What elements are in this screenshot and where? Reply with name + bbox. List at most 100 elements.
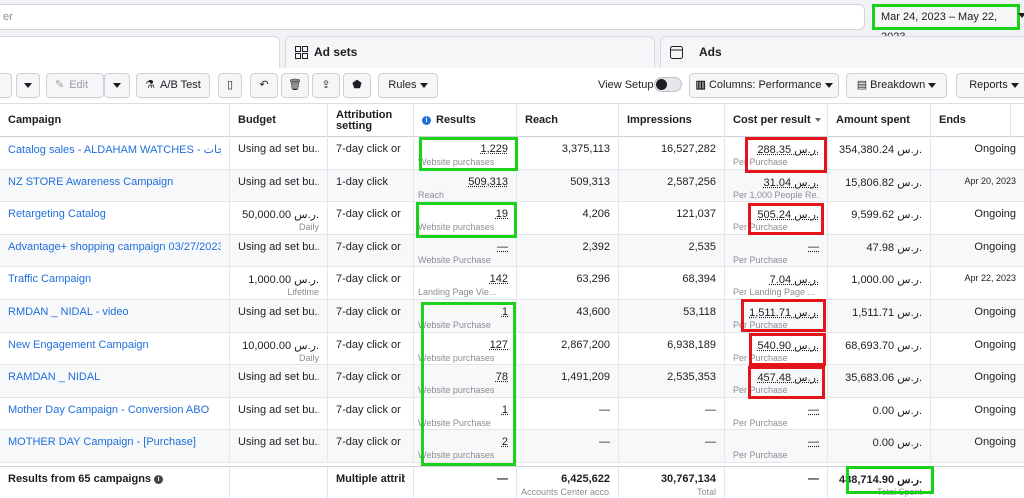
cell-campaign: Retargeting Catalog xyxy=(0,202,230,234)
campaign-name-link[interactable]: Catalog sales - ALDAHAM WATCHES - المنتج… xyxy=(8,143,221,156)
results-value: — xyxy=(497,240,508,253)
highlight-box-green xyxy=(846,466,934,494)
column-header-budget[interactable]: Budget xyxy=(230,104,328,137)
cell-impressions: 68,394 xyxy=(619,267,725,299)
cell-ends: Ongoing xyxy=(931,365,1024,397)
cell-campaign: Mother Day Campaign - Conversion ABO xyxy=(0,397,230,430)
undo-icon: ↶ xyxy=(259,79,269,91)
edit-dropdown[interactable] xyxy=(104,73,130,98)
date-range-picker[interactable]: Mar 24, 2023 – May 22, 2023 xyxy=(872,4,1020,43)
reach-value: — xyxy=(599,403,610,416)
campaign-name-link[interactable]: NZ STORE Awareness Campaign xyxy=(8,176,221,188)
ab-test-label: A/B Test xyxy=(160,79,201,91)
chevron-down-icon[interactable] xyxy=(1018,13,1024,18)
table-row[interactable]: Traffic Campaign 1,000.00 ر.س. Lifetime 7-d… xyxy=(0,267,1024,300)
cell-attribution: 1-day click xyxy=(328,169,414,202)
tab-ad-sets[interactable]: Ad sets xyxy=(285,36,655,68)
column-header-reach[interactable]: Reach xyxy=(517,104,619,137)
chevron-down-icon xyxy=(1010,82,1019,88)
cell-campaign: Catalog sales - ALDAHAM WATCHES - المنتج… xyxy=(0,137,230,169)
impressions-value: 53,118 xyxy=(683,306,716,318)
campaign-name-link[interactable]: Traffic Campaign xyxy=(8,273,221,285)
spent-value: 9,599.62 ر.س. xyxy=(851,209,922,222)
search-input[interactable]: er xyxy=(0,4,865,30)
cell-campaign: RAMDAN _ NIDAL xyxy=(0,365,230,397)
reports-button[interactable]: Reports xyxy=(956,73,1024,98)
footer-reach-sub: Accounts Center acco... xyxy=(521,487,610,497)
cell-budget: Using ad set bu... xyxy=(230,397,328,430)
breakdown-button[interactable]: ▤ Breakdown xyxy=(846,73,947,98)
cell-ends: Apr 22, 2023 xyxy=(931,267,1024,299)
spent-value: 35,683.06 ر.س. xyxy=(845,372,922,385)
cell-ends: Ongoing xyxy=(931,333,1024,365)
ab-test-button[interactable]: ⚗ A/B Test xyxy=(136,73,210,98)
reach-value: 2,392 xyxy=(582,240,610,253)
column-header-campaign[interactable]: Campaign xyxy=(0,104,230,137)
tab-ads[interactable]: Ads xyxy=(660,36,1024,68)
budget-value: Using ad set bu... xyxy=(238,436,319,449)
cell-ends: Ongoing xyxy=(931,235,1024,267)
cell-budget: Using ad set bu... xyxy=(230,169,328,202)
cell-budget: Using ad set bu... xyxy=(230,300,328,332)
budget-value: Using ad set bu... xyxy=(238,240,319,253)
sort-icon[interactable] xyxy=(815,118,821,122)
tab-campaigns[interactable] xyxy=(0,36,280,68)
column-header-cost-per-result[interactable]: Cost per result xyxy=(725,104,828,137)
edit-button[interactable]: ✎ Edit xyxy=(46,73,104,98)
campaign-name-link[interactable]: RAMDAN _ NIDAL xyxy=(8,371,221,383)
cell-spent: 0.00 ر.س. xyxy=(828,430,931,462)
cell-impressions: 53,118 xyxy=(619,300,725,332)
columns-button[interactable]: ▥ Columns: Performance xyxy=(689,73,839,98)
clipboard-icon: ▯ xyxy=(226,79,234,91)
reach-value: 2,867,200 xyxy=(561,338,610,351)
column-header-impressions[interactable]: Impressions xyxy=(619,104,725,137)
duplicate-dropdown[interactable] xyxy=(16,73,40,98)
undo-button[interactable]: ↶ xyxy=(250,73,278,98)
campaign-name-link[interactable]: Retargeting Catalog xyxy=(8,208,221,220)
column-header-results[interactable]: i Results xyxy=(414,104,517,137)
export-icon: ⇪ xyxy=(321,79,331,91)
ends-value: Ongoing xyxy=(974,338,1016,351)
table-row[interactable]: Advantage+ shopping campaign 03/27/2023 … xyxy=(0,234,1024,268)
cpr-value: — xyxy=(808,240,819,253)
results-value: 142 xyxy=(489,273,508,286)
cell-results: 142 Landing Page Vie... xyxy=(414,267,517,299)
cell-reach: 3,375,113 xyxy=(517,137,619,169)
budget-value: Using ad set bu... xyxy=(238,143,319,155)
info-icon[interactable]: i xyxy=(422,116,431,125)
column-header-ends[interactable]: Ends xyxy=(931,104,1011,137)
cell-campaign: Traffic Campaign xyxy=(0,267,230,299)
results-sub-label: Website Purchase xyxy=(418,254,491,265)
campaign-name-link[interactable]: Mother Day Campaign - Conversion ABO xyxy=(8,404,221,416)
cell-impressions: — xyxy=(619,430,725,462)
column-header-attribution[interactable]: Attribution setting xyxy=(328,104,414,137)
campaign-name-link[interactable]: New Engagement Campaign xyxy=(8,339,221,351)
highlight-box-red xyxy=(741,299,826,332)
cpr-sub-label: Per Purchase xyxy=(733,417,788,428)
view-setup-toggle[interactable] xyxy=(654,77,682,92)
column-header-amount-spent[interactable]: Amount spent xyxy=(828,104,931,137)
table-row[interactable]: NZ STORE Awareness Campaign Using ad set … xyxy=(0,169,1024,203)
ends-value: Ongoing xyxy=(974,208,1016,221)
spent-value: 15,806.82 ر.س. xyxy=(845,176,922,189)
cell-spent: 9,599.62 ر.س. xyxy=(828,202,931,234)
budget-value: Using ad set bu... xyxy=(238,371,319,384)
cell-reach: 2,392 xyxy=(517,234,619,267)
budget-value: Using ad set bu... xyxy=(238,306,319,318)
rules-button[interactable]: Rules xyxy=(378,73,438,98)
campaign-name-link[interactable]: RMDAN _ NIDAL - video xyxy=(8,306,221,318)
campaign-name-link[interactable]: Advantage+ shopping campaign 03/27/2023 … xyxy=(8,241,221,253)
view-setup-label: View Setup xyxy=(598,79,654,91)
export-button[interactable]: ⇪ xyxy=(312,73,340,98)
attribution-value: 7-day click or ... xyxy=(336,436,405,449)
delete-button[interactable]: 🗑 xyxy=(281,73,309,98)
reach-value: 509,313 xyxy=(570,175,610,188)
tag-button[interactable]: ⬟ xyxy=(343,73,371,98)
info-icon[interactable]: i xyxy=(154,475,164,484)
results-value: 509,313 xyxy=(468,175,508,188)
ends-value: Ongoing xyxy=(974,371,1016,384)
duplicate-button[interactable] xyxy=(0,73,12,98)
clipboard-button[interactable]: ▯ xyxy=(218,73,242,98)
campaign-name-link[interactable]: MOTHER DAY Campaign - [Purchase] xyxy=(8,436,221,448)
ends-value: Ongoing xyxy=(974,436,1016,449)
